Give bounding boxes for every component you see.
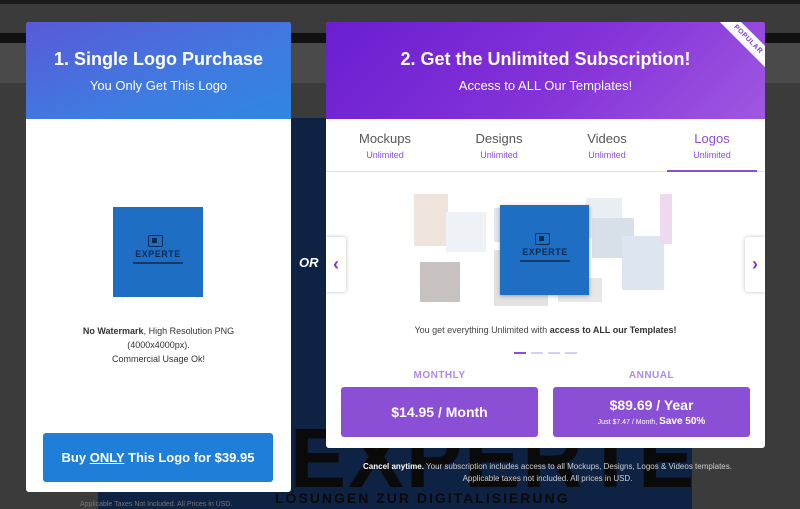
annual-plan-savings: Save 50% — [659, 416, 706, 427]
tab-designs-label: Designs — [475, 131, 523, 146]
subscription-description: You get everything Unlimited with access… — [326, 325, 765, 335]
desc-line-1: , High Resolution PNG — [143, 326, 235, 336]
carousel-prev-button[interactable]: ‹ — [326, 237, 346, 292]
or-divider-label: OR — [299, 255, 319, 270]
annual-plan-button[interactable]: $89.69 / Year Just $7.47 / Month, Save 5… — [553, 387, 750, 437]
subscription-subtitle: Access to ALL Our Templates! — [458, 78, 633, 93]
buy-logo-button[interactable]: Buy ONLY This Logo for $39.95 — [43, 433, 273, 482]
carousel-indicators — [514, 352, 578, 354]
single-purchase-card: 1. Single Logo Purchase You Only Get Thi… — [26, 22, 291, 492]
subscription-card: 2. Get the Unlimited Subscription! Acces… — [326, 22, 765, 448]
collage-logo-preview: EXPERTE — [500, 205, 589, 295]
chevron-left-icon: ‹ — [333, 254, 339, 274]
carousel-dot[interactable] — [531, 352, 543, 354]
background-hero-subtitle: LÖSUNGEN ZUR DIGITALISIERUNG — [275, 490, 570, 506]
annual-plan-note: Just $7.47 / Month, Save 50% — [553, 416, 750, 427]
chevron-right-icon: › — [752, 254, 758, 274]
template-thumbnail — [622, 236, 664, 290]
carousel-next-button[interactable]: › — [745, 237, 765, 292]
carousel-dot[interactable] — [514, 352, 526, 354]
monthly-plan-label: MONTHLY — [413, 370, 466, 381]
single-purchase-title: 1. Single Logo Purchase — [53, 49, 264, 69]
popular-ribbon-label: POPULAR — [713, 22, 765, 74]
single-purchase-description: No Watermark, High Resolution PNG (4000x… — [46, 324, 271, 366]
tab-logos-label: Logos — [694, 131, 730, 146]
template-thumbnail — [660, 194, 672, 244]
annual-plan-label: ANNUAL — [628, 370, 675, 381]
tab-videos-sublabel: Unlimited — [588, 150, 626, 160]
carousel-dot[interactable] — [565, 352, 577, 354]
template-thumbnail — [420, 262, 460, 302]
background-footer-text: Applicable Taxes Not Included. All Price… — [80, 501, 233, 508]
tab-videos[interactable]: Videos Unlimited — [552, 119, 662, 172]
annual-plan-monthly-equivalent: Just $7.47 / Month, — [597, 419, 660, 426]
collage-logo-tagline-bar — [520, 260, 570, 262]
monthly-plan-price: $14.95 / Month — [391, 404, 488, 420]
single-purchase-header: 1. Single Logo Purchase You Only Get Thi… — [26, 22, 291, 119]
monthly-plan-button[interactable]: $14.95 / Month — [341, 387, 538, 437]
tab-mockups-label: Mockups — [358, 131, 412, 146]
template-thumbnail — [414, 194, 448, 246]
subscription-footer-note: Cancel anytime. Your subscription includ… — [350, 461, 745, 485]
logo-mark-icon — [148, 235, 163, 247]
background-topbar — [0, 0, 800, 4]
taxes-note: Applicable taxes not included. All price… — [462, 474, 633, 483]
tab-mockups[interactable]: Mockups Unlimited — [330, 119, 440, 172]
subscription-title: 2. Get the Unlimited Subscription! — [400, 49, 691, 69]
desc-line-3: Commercial Usage Ok! — [111, 354, 206, 364]
subscription-includes-text: Your subscription includes access to all… — [423, 462, 732, 471]
logo-tagline-bar — [133, 262, 183, 264]
popular-ribbon: POPULAR — [713, 22, 765, 74]
desc-line-2: (4000x4000px). — [127, 340, 190, 350]
carousel-dot[interactable] — [548, 352, 560, 354]
logo-wordmark: EXPERTE — [135, 249, 181, 259]
cancel-anytime-label: Cancel anytime. — [363, 462, 424, 471]
buy-prefix: Buy — [61, 450, 90, 465]
tab-designs-sublabel: Unlimited — [480, 150, 518, 160]
collage-logo-mark-icon — [535, 233, 550, 245]
tab-mockups-sublabel: Unlimited — [366, 150, 404, 160]
no-watermark-label: No Watermark — [82, 326, 144, 336]
annual-plan-price: $89.69 / Year — [609, 397, 694, 413]
single-purchase-subtitle: You Only Get This Logo — [89, 78, 228, 93]
collage-logo-wordmark: EXPERTE — [522, 247, 568, 257]
logo-preview: EXPERTE — [113, 207, 203, 297]
tab-videos-label: Videos — [587, 131, 627, 146]
buy-emphasis: ONLY — [89, 450, 125, 465]
tab-logos[interactable]: Logos Unlimited — [667, 119, 757, 172]
buy-suffix: This Logo for $39.95 — [124, 450, 255, 465]
category-tabs: Mockups Unlimited Designs Unlimited Vide… — [326, 119, 765, 172]
tab-logos-sublabel: Unlimited — [693, 150, 731, 160]
subscription-desc-prefix: You get everything Unlimited with — [414, 325, 550, 335]
tab-designs[interactable]: Designs Unlimited — [444, 119, 554, 172]
template-thumbnail — [446, 212, 486, 252]
subscription-header: 2. Get the Unlimited Subscription! Acces… — [326, 22, 765, 119]
subscription-desc-bold: access to ALL our Templates! — [549, 325, 677, 335]
